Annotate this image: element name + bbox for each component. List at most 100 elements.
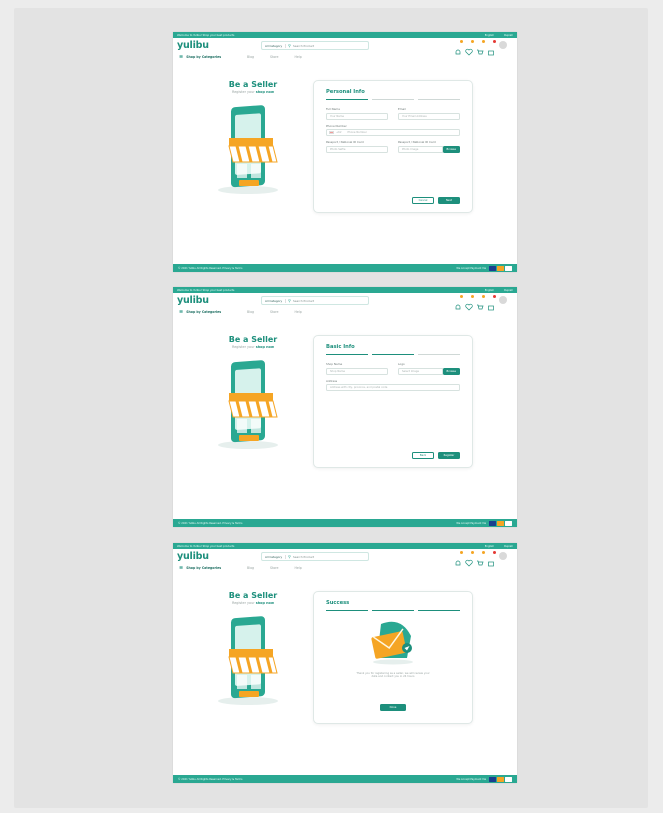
nav-help[interactable]: Help — [294, 310, 301, 314]
address-label: Address — [326, 378, 338, 383]
phone-label: Phone Number — [326, 123, 347, 128]
nav-store[interactable]: Store — [270, 566, 278, 570]
search-bar[interactable]: All Category ⚲ Search Product — [261, 552, 369, 561]
nav-store[interactable]: Store — [270, 55, 278, 59]
screen-success: Welcome to Yulibu! Shop your best produc… — [173, 543, 517, 783]
cart-icon[interactable] — [476, 551, 485, 566]
mastercard-icon — [497, 265, 504, 271]
shop-by-categories[interactable]: ≡ Shop by Categories — [179, 309, 247, 315]
payment-label: We Accept Payment Via — [456, 777, 486, 781]
mastercard-icon — [497, 520, 504, 526]
cart-icon[interactable] — [476, 295, 485, 310]
next-button[interactable]: Next — [438, 197, 460, 204]
menu-icon: ≡ — [179, 309, 184, 315]
menu-icon: ≡ — [179, 54, 184, 60]
mastercard-icon — [497, 776, 504, 782]
screen-basic-info: Welcome to Yulibu! Shop your best produc… — [173, 287, 517, 527]
phone-store-illustration — [218, 616, 278, 705]
visa-icon — [489, 265, 496, 271]
nav-help[interactable]: Help — [294, 566, 301, 570]
email-input[interactable]: Your Email Address — [398, 112, 460, 120]
logo-input[interactable]: Select Image — [398, 367, 443, 375]
search-bar[interactable]: All Category ⚲ Search Product — [261, 296, 369, 305]
search-input[interactable]: Search Product — [293, 555, 314, 559]
logo-label: Logo — [398, 362, 405, 367]
shop-by-categories[interactable]: ≡ Shop by Categories — [179, 54, 247, 60]
heart-icon[interactable] — [465, 295, 474, 311]
search-icon: ⚲ — [288, 298, 291, 303]
language-select[interactable]: English — [485, 34, 494, 37]
avatar[interactable] — [499, 296, 507, 304]
screen-personal-info: Welcome to Yulibu! Shop your best produc… — [173, 32, 517, 272]
welcome-text: Welcome to Yulibu! Shop your best produc… — [177, 288, 235, 292]
card-title: Success — [326, 600, 350, 606]
category-select[interactable]: All Category — [262, 43, 286, 48]
search-input[interactable]: Search Product — [293, 44, 314, 48]
category-select[interactable]: All Category — [262, 298, 286, 303]
store-icon[interactable] — [487, 40, 496, 56]
phone-input[interactable]: +62 Phone Number — [326, 129, 460, 137]
search-bar[interactable]: All Category ⚲ Search Product — [261, 41, 369, 50]
selfie-upload[interactable]: Photo Selfie — [326, 145, 388, 153]
flag-icon — [329, 131, 334, 135]
address-input[interactable]: Address with city, province, and postal … — [326, 384, 460, 392]
bank-icon — [505, 265, 512, 271]
browse-button[interactable]: Browse — [442, 145, 460, 153]
copyright: © 2021 Yulibu All Rights Reserved. Priva… — [178, 521, 243, 525]
bell-icon[interactable] — [454, 40, 463, 55]
browse-button[interactable]: Browse — [442, 367, 460, 375]
avatar[interactable] — [499, 552, 507, 560]
currency-select[interactable]: Rupiah — [504, 545, 513, 548]
currency-select[interactable]: Rupiah — [504, 34, 513, 37]
bell-icon[interactable] — [454, 295, 463, 310]
category-select[interactable]: All Category — [262, 554, 286, 559]
hero-illustration: Be a Seller Register your shop now — [193, 80, 313, 220]
email-label: Email — [398, 107, 406, 112]
payment-label: We Accept Payment Via — [456, 266, 486, 270]
bank-icon — [505, 520, 512, 526]
footer: © 2021 Yulibu All Rights Reserved. Priva… — [173, 519, 517, 527]
shop-by-categories[interactable]: ≡ Shop by Categories — [179, 565, 247, 571]
registration-card: Success Thank you for registering as a s… — [313, 591, 473, 724]
heart-icon[interactable] — [465, 551, 474, 567]
nav-blog[interactable]: Blog — [247, 310, 254, 314]
id-image-label: Passport / National ID Card — [398, 140, 436, 145]
back-button[interactable]: Back — [412, 452, 434, 459]
registration-card: Basic Info Shop Name Shop Name Logo Selec… — [313, 335, 473, 468]
language-select[interactable]: English — [485, 545, 494, 548]
shop-name-label: Shop Name — [326, 362, 343, 367]
store-icon[interactable] — [487, 295, 496, 311]
cancel-button[interactable]: Cancel — [412, 197, 434, 204]
hero-illustration: Be a Seller Register your shop now — [193, 335, 313, 475]
registration-card: Personal Info Full Name Your Name Email Yo… — [313, 80, 473, 213]
hero-title: Be a Seller — [228, 80, 278, 89]
bank-icon — [505, 776, 512, 782]
heart-icon[interactable] — [465, 40, 474, 56]
card-title: Personal Info — [326, 89, 365, 95]
register-button[interactable]: Register — [438, 452, 460, 459]
cart-icon[interactable] — [476, 40, 485, 55]
hero-title: Be a Seller — [228, 335, 278, 344]
nav-blog[interactable]: Blog — [247, 566, 254, 570]
yulibu-logo[interactable]: yulibu — [177, 551, 209, 562]
visa-icon — [489, 776, 496, 782]
nav-store[interactable]: Store — [270, 310, 278, 314]
hero-title: Be a Seller — [228, 591, 278, 600]
done-button[interactable]: Done — [380, 704, 406, 711]
search-input[interactable]: Search Product — [293, 299, 314, 303]
currency-select[interactable]: Rupiah — [504, 289, 513, 292]
store-icon[interactable] — [487, 551, 496, 567]
avatar[interactable] — [499, 41, 507, 49]
welcome-text: Welcome to Yulibu! Shop your best produc… — [177, 33, 235, 37]
yulibu-logo[interactable]: yulibu — [177, 295, 209, 306]
yulibu-logo[interactable]: yulibu — [177, 40, 209, 51]
shop-name-input[interactable]: Shop Name — [326, 367, 388, 375]
full-name-input[interactable]: Your Name — [326, 112, 388, 120]
bell-icon[interactable] — [454, 551, 463, 566]
id-image-input[interactable]: Photo Image — [398, 145, 443, 153]
success-message: Thank you for registering as a seller, w… — [356, 672, 430, 679]
nav-help[interactable]: Help — [294, 55, 301, 59]
language-select[interactable]: English — [485, 289, 494, 292]
card-title: Basic Info — [326, 344, 355, 350]
nav-blog[interactable]: Blog — [247, 55, 254, 59]
